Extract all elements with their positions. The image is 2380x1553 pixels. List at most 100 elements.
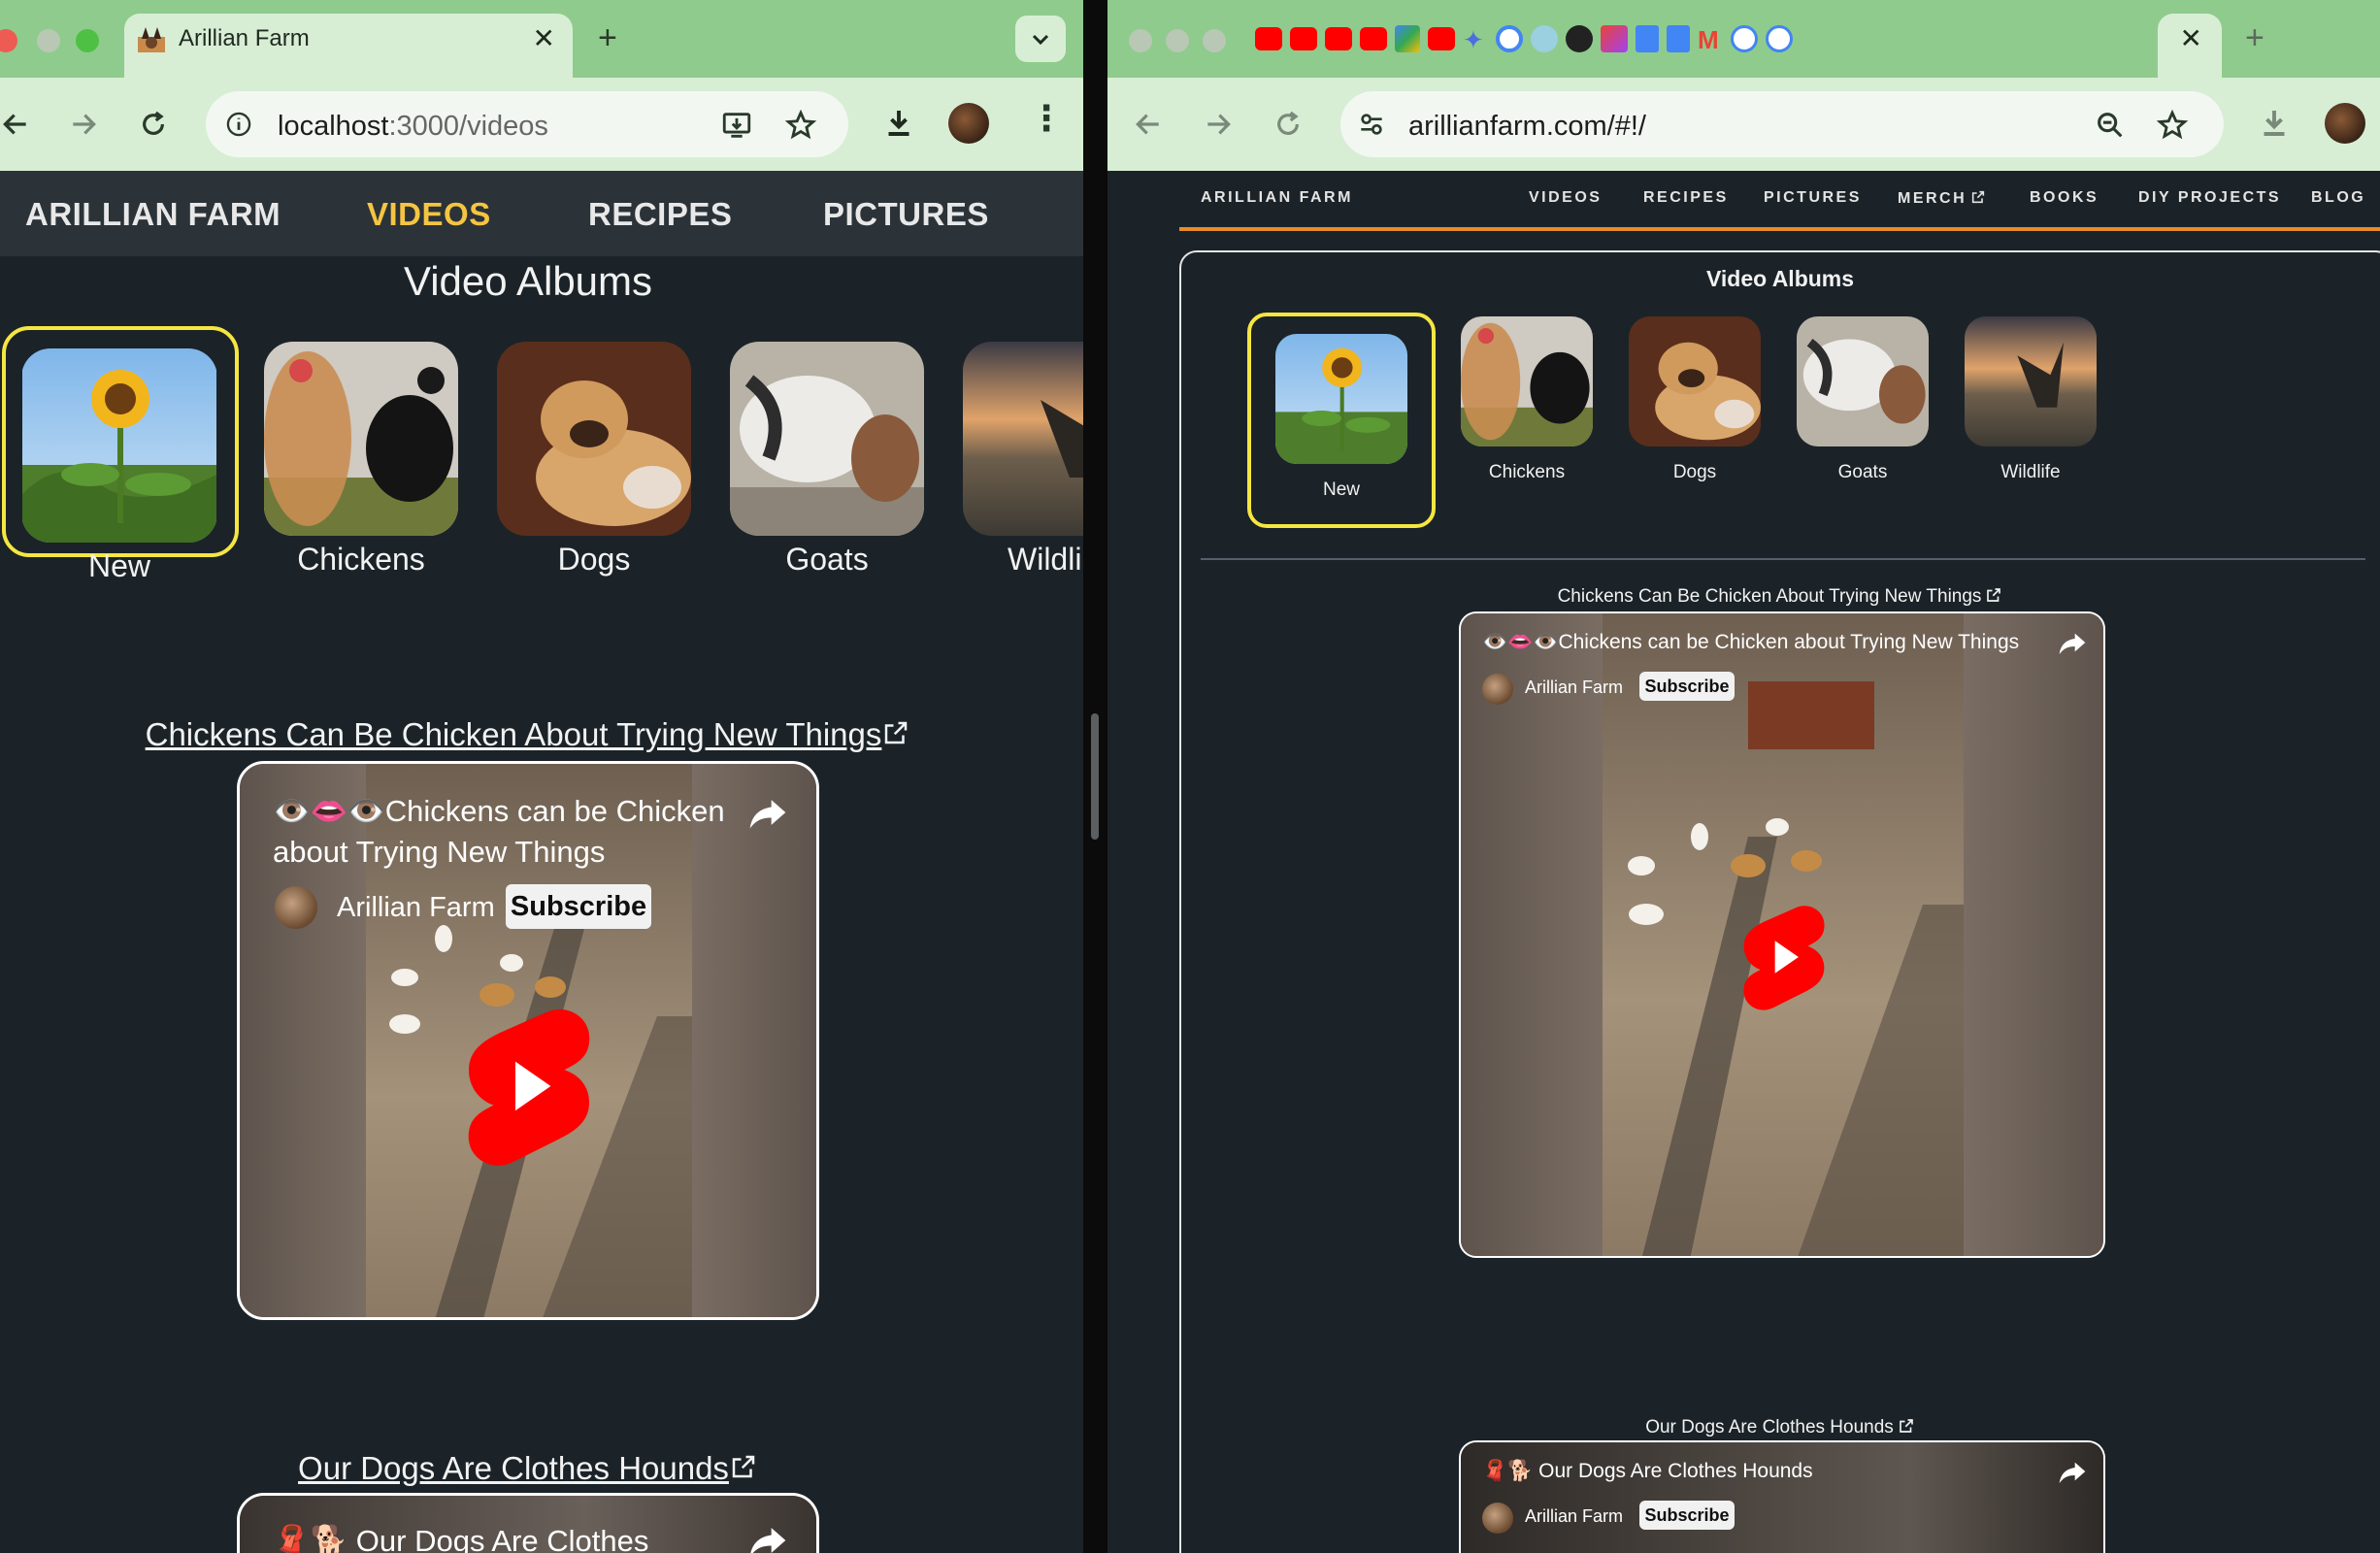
album-dogs-label[interactable]: Dogs — [1629, 462, 1761, 483]
nav-videos-link[interactable]: VIDEOS — [1529, 189, 1602, 207]
docs-tab-icon[interactable] — [1636, 25, 1659, 52]
video-embed-chickens[interactable]: 👁️👄👁️Chickens can be Chicken about Tryin… — [1459, 611, 2105, 1258]
channel-name[interactable]: Arillian Farm — [1525, 677, 1623, 698]
video-embed-dogs[interactable]: 🧣🐕 Our Dogs Are Clothes — [237, 1493, 819, 1553]
youtube-shorts-play-icon[interactable] — [1738, 903, 1830, 1011]
new-tab-icon[interactable]: + — [598, 21, 617, 54]
minimize-window-button[interactable] — [37, 29, 60, 52]
album-chickens-label[interactable]: Chickens — [264, 542, 458, 578]
active-tab[interactable]: ✕ — [2158, 14, 2222, 78]
close-tab-icon[interactable]: ✕ — [533, 22, 555, 54]
album-dogs-label[interactable]: Dogs — [497, 542, 691, 578]
video-link-dogs[interactable]: Our Dogs Are Clothes Hounds — [0, 1450, 1056, 1487]
album-chickens-thumbnail[interactable] — [1461, 316, 1593, 446]
close-window-button[interactable] — [1129, 29, 1152, 52]
address-bar[interactable]: arillianfarm.com/#!/ — [1340, 91, 2224, 157]
install-app-icon[interactable] — [720, 109, 753, 142]
reload-icon[interactable] — [138, 109, 169, 140]
zoom-window-button[interactable] — [76, 29, 99, 52]
share-icon[interactable] — [746, 791, 789, 834]
album-new-label[interactable]: New — [21, 548, 217, 584]
downloads-icon[interactable] — [2257, 105, 2292, 140]
album-chickens-thumbnail[interactable] — [264, 342, 458, 536]
scrollbar-thumb[interactable] — [1091, 713, 1099, 840]
gemini-tab-icon[interactable]: ✦ — [1463, 25, 1484, 55]
nav-recipes-link[interactable]: RECIPES — [588, 196, 732, 233]
nav-diy-projects-link[interactable]: DIY PROJECTS — [2138, 189, 2281, 207]
channel-avatar[interactable] — [1482, 674, 1513, 705]
channel-name[interactable]: Arillian Farm — [1525, 1506, 1623, 1527]
google-ads-tab-icon[interactable] — [1395, 25, 1420, 52]
profile-avatar[interactable] — [2325, 103, 2365, 144]
album-goats-thumbnail[interactable] — [1797, 316, 1929, 446]
album-goats-label[interactable]: Goats — [1797, 462, 1929, 483]
nav-blog-link[interactable]: BLOG — [2311, 189, 2365, 207]
subscribe-button[interactable]: Subscribe — [1639, 672, 1735, 701]
nav-videos-link[interactable]: VIDEOS — [367, 196, 491, 233]
album-dogs-thumbnail[interactable] — [497, 342, 691, 536]
nav-merch-link[interactable]: MERCH — [1898, 189, 1986, 208]
album-new-thumbnail[interactable] — [21, 348, 217, 543]
video-embed-chickens[interactable]: 👁️👄👁️Chickens can be Chicken about Tryin… — [237, 761, 819, 1320]
nav-brand-link[interactable]: ARILLIAN FARM — [25, 196, 281, 233]
close-tab-icon[interactable]: ✕ — [2180, 22, 2202, 54]
nav-books-link[interactable]: BOOKS — [2030, 189, 2099, 207]
album-goats-label[interactable]: Goats — [730, 542, 924, 578]
close-window-button[interactable] — [0, 29, 17, 52]
site-info-icon[interactable] — [225, 111, 252, 138]
app-tab-icon[interactable] — [1601, 25, 1628, 52]
album-goats-thumbnail[interactable] — [730, 342, 924, 536]
video-embed-dogs[interactable]: 🧣🐕 Our Dogs Are Clothes Hounds Arillian … — [1459, 1440, 2105, 1553]
youtube-tab-icon[interactable] — [1325, 27, 1352, 50]
video-link-dogs[interactable]: Our Dogs Are Clothes Hounds — [1179, 1417, 2380, 1438]
address-bar[interactable]: localhost:3000/videos — [206, 91, 848, 157]
youtube-tab-icon[interactable] — [1290, 27, 1317, 50]
youtube-shorts-play-icon[interactable] — [461, 1005, 597, 1168]
reload-icon[interactable] — [1273, 109, 1304, 140]
share-icon[interactable] — [2057, 1456, 2088, 1487]
tab-search-button[interactable] — [1015, 16, 1066, 62]
google-tab-icon[interactable] — [1731, 25, 1758, 52]
video-link-chickens[interactable]: Chickens Can Be Chicken About Trying New… — [1179, 586, 2380, 608]
forward-arrow-icon[interactable] — [68, 109, 99, 140]
youtube-tab-icon[interactable] — [1255, 27, 1282, 50]
back-arrow-icon[interactable] — [1133, 109, 1164, 140]
album-wildlife-label[interactable]: Wildlife — [1965, 462, 2097, 483]
docs-tab-icon[interactable] — [1667, 25, 1690, 52]
site-tab-icon[interactable] — [1531, 25, 1558, 52]
google-tab-icon[interactable] — [1766, 25, 1793, 52]
album-wildlife-thumbnail[interactable] — [963, 342, 1083, 536]
new-tab-icon[interactable]: + — [2245, 21, 2264, 54]
more-menu-icon[interactable]: ⋮ — [1029, 101, 1064, 136]
nav-recipes-link[interactable]: RECIPES — [1643, 189, 1729, 207]
bookmark-star-icon[interactable] — [2156, 109, 2189, 142]
downloads-icon[interactable] — [881, 105, 916, 140]
forward-arrow-icon[interactable] — [1203, 109, 1234, 140]
share-icon[interactable] — [2057, 627, 2088, 658]
album-wildlife-thumbnail[interactable] — [1965, 316, 2097, 446]
site-settings-icon[interactable] — [1356, 109, 1387, 140]
tab-arillian-farm[interactable]: Arillian Farm ✕ — [124, 14, 573, 78]
channel-avatar[interactable] — [275, 886, 317, 929]
youtube-tab-icon[interactable] — [1428, 27, 1455, 50]
album-wildlife-label[interactable]: Wildli — [963, 542, 1083, 578]
channel-name[interactable]: Arillian Farm — [337, 892, 495, 924]
nav-pictures-link[interactable]: PICTURES — [823, 196, 989, 233]
back-arrow-icon[interactable] — [0, 109, 31, 140]
zoom-window-button[interactable] — [1203, 29, 1226, 52]
channel-avatar[interactable] — [1482, 1503, 1513, 1534]
chrome-tab-icon[interactable] — [1496, 25, 1523, 52]
zoom-magnifier-icon[interactable] — [2094, 109, 2127, 142]
nav-pictures-link[interactable]: PICTURES — [1764, 189, 1862, 207]
nav-brand-link[interactable]: ARILLIAN FARM — [1201, 189, 1353, 207]
video-link-chickens[interactable]: Chickens Can Be Chicken About Trying New… — [0, 716, 1056, 753]
gmail-tab-icon[interactable]: M — [1698, 25, 1719, 55]
album-new-thumbnail[interactable] — [1275, 334, 1407, 464]
github-tab-icon[interactable] — [1566, 25, 1593, 52]
profile-avatar[interactable] — [948, 103, 989, 144]
subscribe-button[interactable]: Subscribe — [506, 884, 651, 929]
subscribe-button[interactable]: Subscribe — [1639, 1501, 1735, 1530]
bookmark-star-icon[interactable] — [784, 109, 817, 142]
minimize-window-button[interactable] — [1166, 29, 1189, 52]
album-chickens-label[interactable]: Chickens — [1461, 462, 1593, 483]
